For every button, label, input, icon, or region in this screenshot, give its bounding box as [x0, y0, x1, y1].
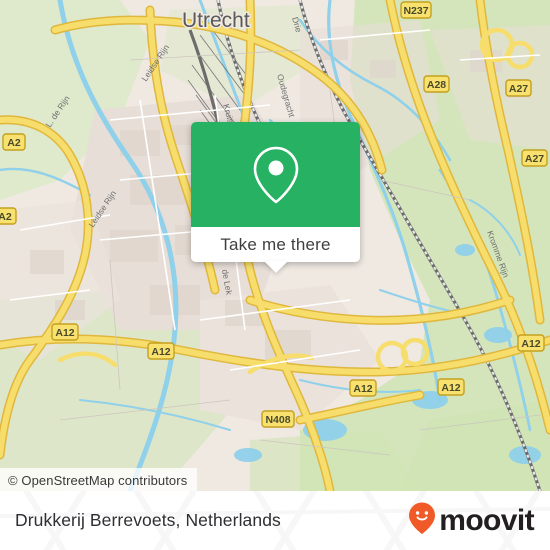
svg-text:A12: A12	[55, 327, 74, 339]
take-me-there-callout[interactable]: Take me there	[191, 122, 360, 273]
place-title-text: Drukkerij Berrevoets, Netherlands	[15, 510, 281, 530]
footer-bar: Drukkerij Berrevoets, Netherlands moovit	[0, 491, 550, 550]
svg-text:A2: A2	[7, 137, 21, 149]
svg-text:A2: A2	[0, 211, 12, 223]
svg-text:A12: A12	[441, 382, 460, 394]
map-pin-icon	[249, 143, 303, 207]
moovit-smiley-pin-icon	[408, 501, 436, 540]
take-me-there-button[interactable]: Take me there	[191, 227, 360, 262]
attribution-text: © OpenStreetMap contributors	[8, 473, 188, 488]
map-city-label: Utrecht	[182, 9, 250, 32]
moovit-brand[interactable]: moovit	[408, 491, 535, 550]
map-attribution[interactable]: © OpenStreetMap contributors	[0, 468, 198, 491]
svg-text:A12: A12	[521, 338, 540, 350]
svg-text:A27: A27	[525, 153, 544, 165]
callout-icon-panel	[191, 122, 360, 227]
callout-pointer-tail	[263, 261, 288, 273]
svg-text:A12: A12	[151, 346, 170, 358]
place-title: Drukkerij Berrevoets, Netherlands	[15, 491, 281, 550]
svg-text:A27: A27	[509, 83, 528, 95]
svg-text:A28: A28	[427, 79, 446, 91]
take-me-there-label: Take me there	[220, 234, 331, 254]
map-canvas[interactable]: .green { fill:#cfe4b4; } .green2{ fill:#…	[0, 0, 550, 491]
svg-text:A12: A12	[353, 383, 372, 395]
svg-text:N237: N237	[403, 5, 428, 17]
svg-text:N408: N408	[265, 414, 290, 426]
moovit-wordmark: moovit	[439, 503, 534, 537]
map-preview-page: .green { fill:#cfe4b4; } .green2{ fill:#…	[0, 0, 550, 550]
